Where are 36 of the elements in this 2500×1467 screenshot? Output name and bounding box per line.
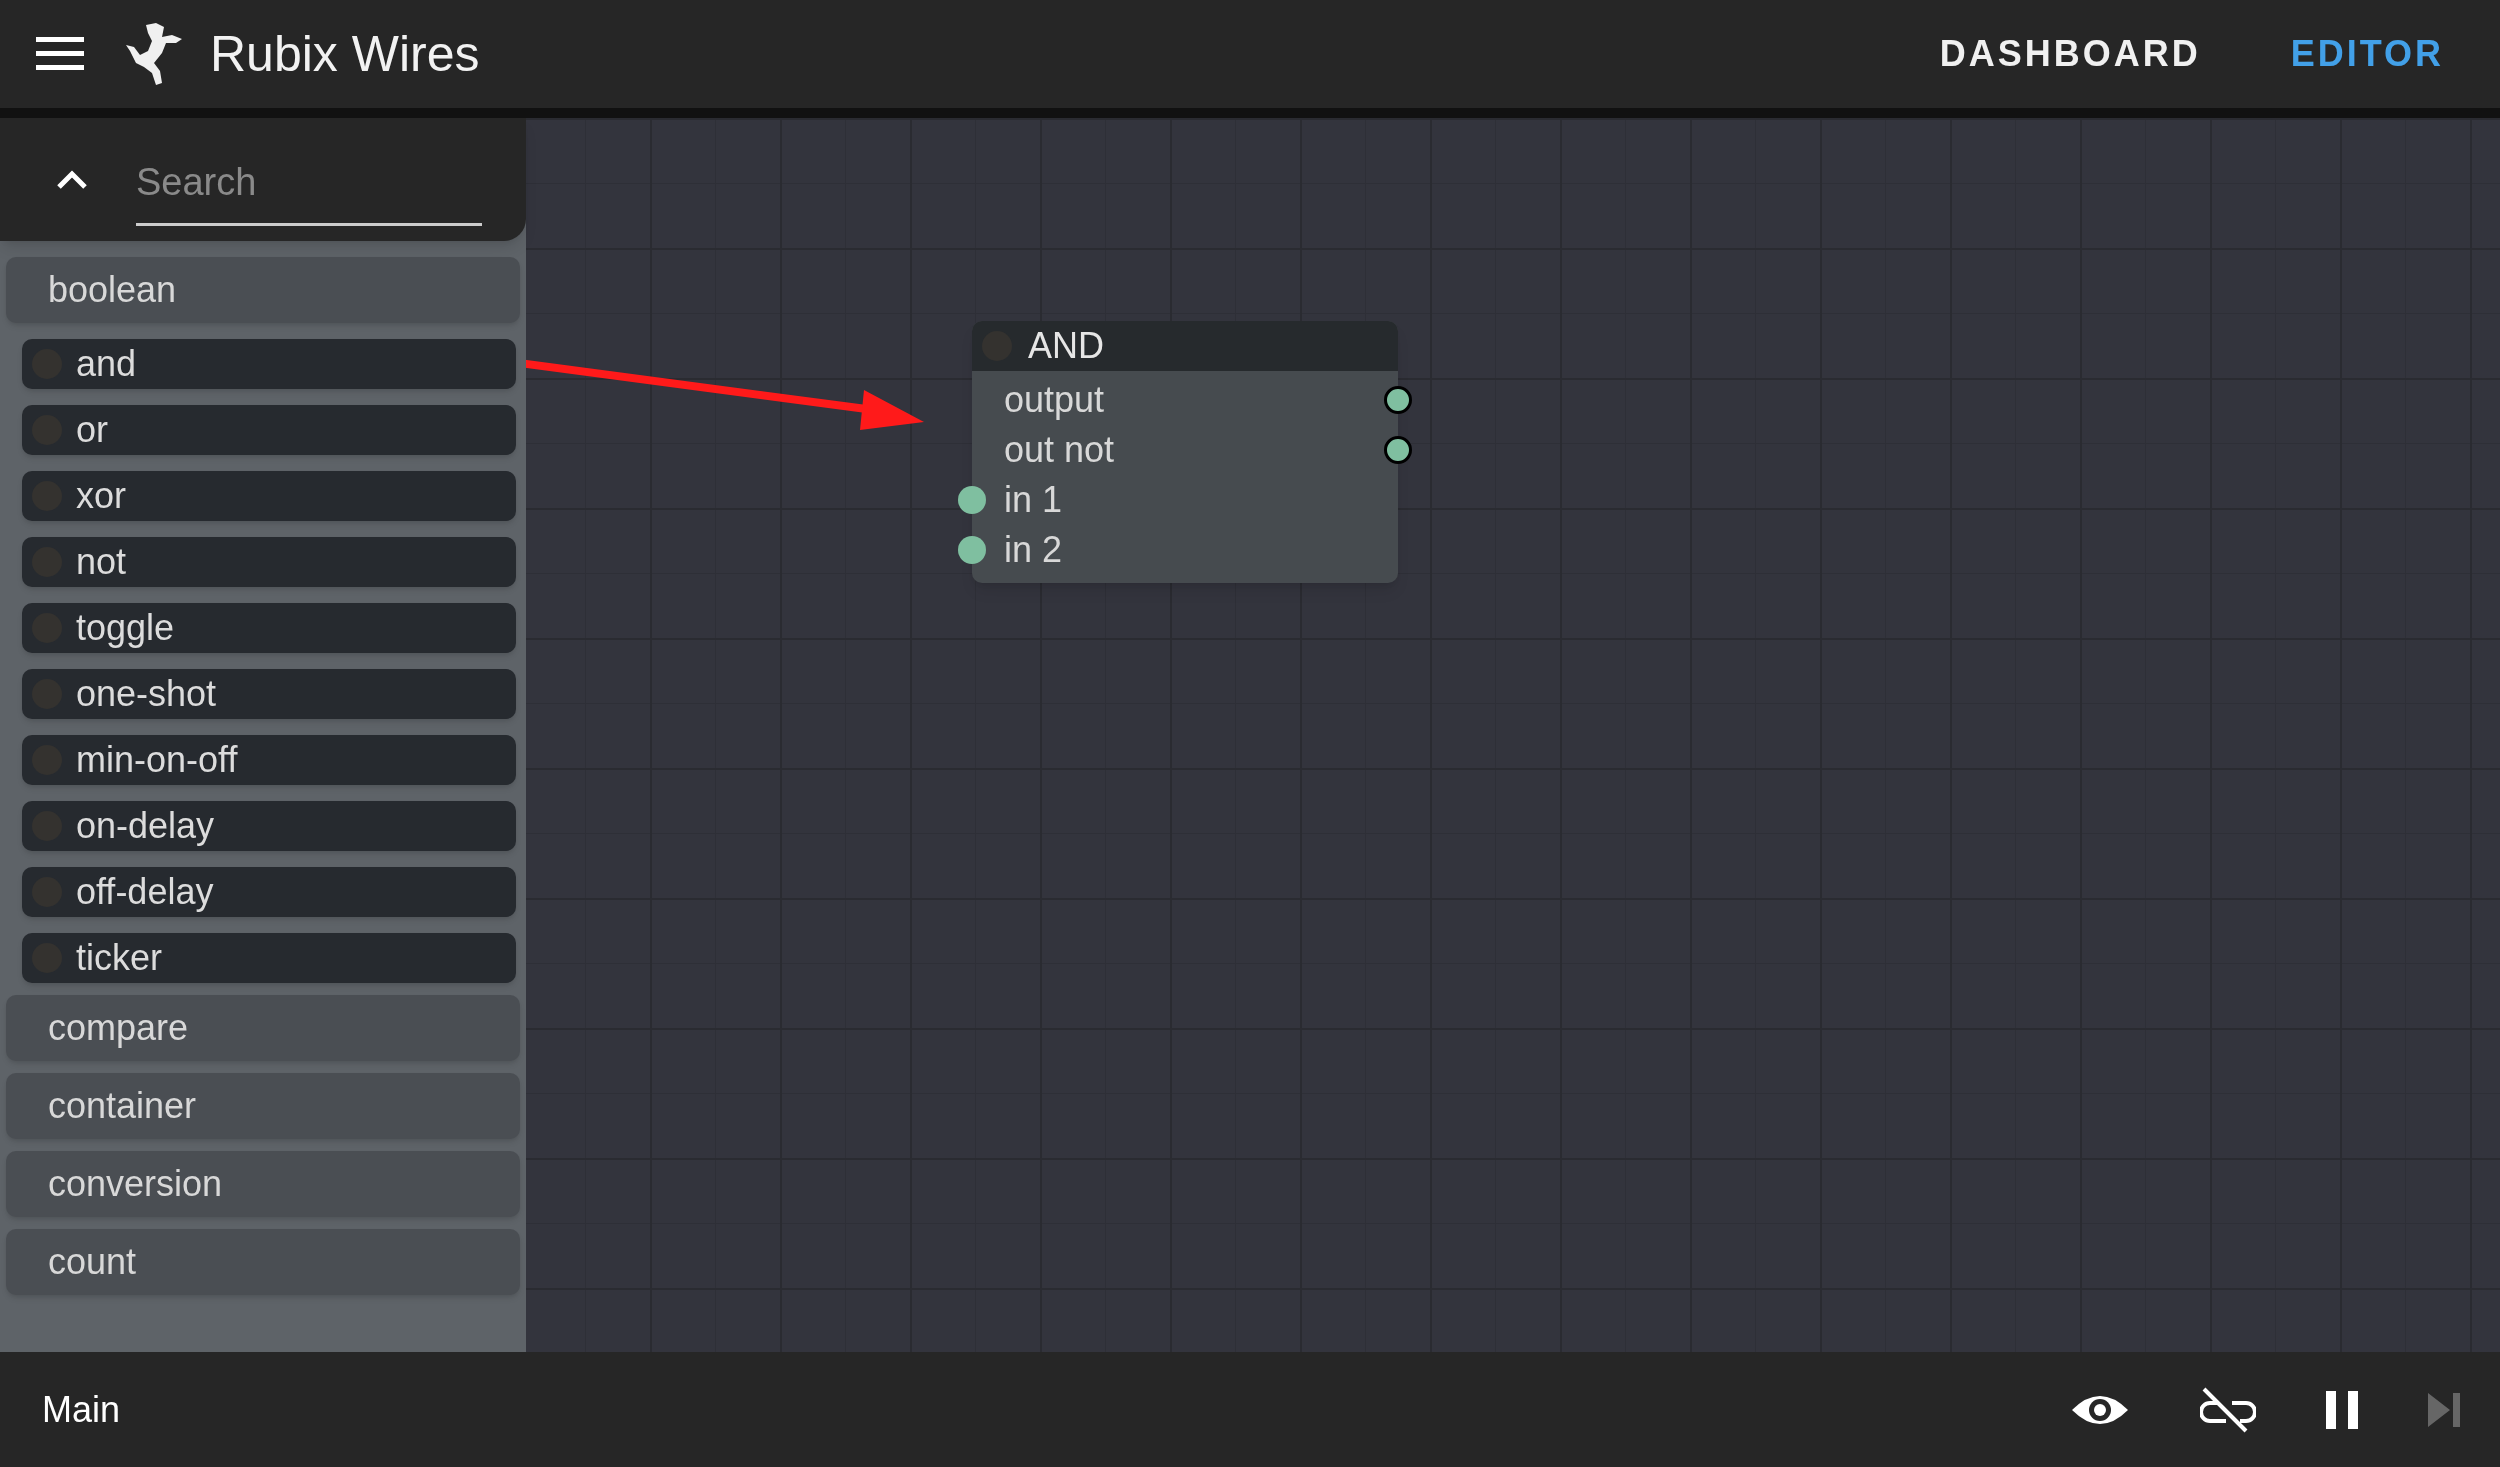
nav-tab[interactable]: DASHBOARD — [1939, 27, 2201, 81]
input-port[interactable] — [958, 536, 986, 564]
node-card[interactable]: AND output out not in 1 in 2 — [972, 321, 1398, 583]
output-port[interactable] — [1384, 386, 1412, 414]
category-header[interactable]: count — [6, 1229, 520, 1295]
node-list-item[interactable]: on-delay — [22, 801, 516, 851]
node-list-item[interactable]: not — [22, 537, 516, 587]
node-list-item[interactable]: xor — [22, 471, 516, 521]
port-label: output — [1004, 378, 1105, 422]
node-title: AND — [1028, 324, 1104, 368]
leaping-figure-logo-icon — [126, 21, 184, 87]
pause-icon[interactable] — [2326, 1390, 2358, 1429]
collapse-chevron-icon[interactable] — [56, 169, 88, 190]
node-list-item[interactable]: and — [22, 339, 516, 389]
input-port[interactable] — [958, 486, 986, 514]
category-header[interactable]: conversion — [6, 1151, 520, 1217]
nav-tab[interactable]: EDITOR — [2290, 27, 2444, 81]
node-list-item[interactable]: ticker — [22, 933, 516, 983]
node-list-item[interactable]: min-on-off — [22, 735, 516, 785]
unlink-icon[interactable] — [2200, 1386, 2256, 1433]
port-label: out not — [1004, 428, 1115, 472]
search-input[interactable]: Search — [136, 153, 482, 211]
node-list-item[interactable]: toggle — [22, 603, 516, 653]
category-header[interactable]: boolean — [6, 257, 520, 323]
node-list-item[interactable]: or — [22, 405, 516, 455]
port-label: in 1 — [1004, 478, 1063, 522]
category-header[interactable]: compare — [6, 995, 520, 1061]
app-title: Rubix Wires — [210, 24, 480, 84]
output-port[interactable] — [1384, 436, 1412, 464]
port-label: in 2 — [1004, 528, 1063, 572]
search-field[interactable]: Search — [136, 153, 482, 226]
node-list-item[interactable]: off-delay — [22, 867, 516, 917]
node-list-item[interactable]: one-shot — [22, 669, 516, 719]
subflow-label: Main — [42, 1387, 121, 1432]
category-header[interactable]: container — [6, 1073, 520, 1139]
menu-icon[interactable] — [36, 37, 84, 71]
